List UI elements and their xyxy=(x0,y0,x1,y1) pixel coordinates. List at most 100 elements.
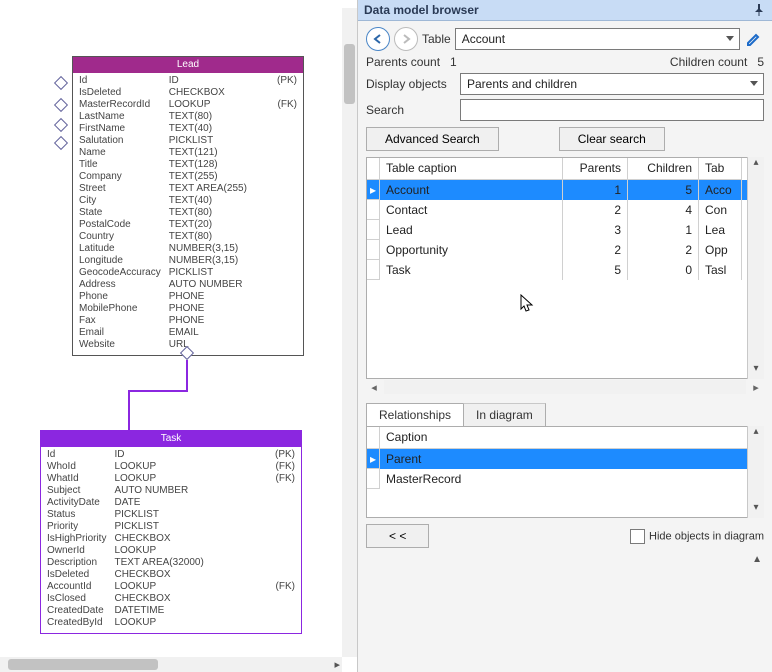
diagram-canvas[interactable]: Lead IdIsDeletedMasterRecordIdLastNameFi… xyxy=(0,0,342,657)
field-key xyxy=(275,617,295,629)
display-objects-label: Display objects xyxy=(366,77,452,91)
nav-back-button[interactable] xyxy=(366,27,390,51)
field-type: TEXT AREA(32000) xyxy=(114,557,269,569)
panel-title: Data model browser xyxy=(364,3,479,17)
field-type: TEXT(80) xyxy=(169,111,271,123)
table-combo[interactable]: Account xyxy=(455,28,740,50)
field-key xyxy=(275,593,295,605)
field-type: PHONE xyxy=(169,303,271,315)
field-name: Fax xyxy=(79,315,161,327)
col-caption[interactable]: Caption xyxy=(380,427,763,449)
field-key xyxy=(277,303,297,315)
field-key xyxy=(277,87,297,99)
relationships-grid-vscrollbar[interactable]: ▴ ▾ xyxy=(747,426,764,518)
field-type: LOOKUP xyxy=(169,99,271,111)
children-count-label: Children count xyxy=(670,55,747,69)
hide-objects-label: Hide objects in diagram xyxy=(649,530,764,542)
relationships-grid[interactable]: Caption ▸ParentMasterRecord ▴ ▾ xyxy=(366,426,764,518)
field-name: Status xyxy=(47,509,106,521)
edit-icon[interactable] xyxy=(744,29,764,49)
field-name: Phone xyxy=(79,291,161,303)
field-key xyxy=(275,521,295,533)
field-name: Subject xyxy=(47,485,106,497)
field-type: CHECKBOX xyxy=(114,593,269,605)
field-name: Title xyxy=(79,159,161,171)
connector-node xyxy=(54,118,68,132)
tables-grid[interactable]: Table caption Parents Children Tab ▸Acco… xyxy=(366,157,764,379)
entity-lead[interactable]: Lead IdIsDeletedMasterRecordIdLastNameFi… xyxy=(72,56,304,356)
field-type: TEXT(121) xyxy=(169,147,271,159)
tab-in-diagram[interactable]: In diagram xyxy=(463,403,546,426)
table-row[interactable]: Opportunity22Opp xyxy=(367,240,763,260)
entity-task[interactable]: Task IdWhoIdWhatIdSubjectActivityDateSta… xyxy=(40,430,302,634)
table-row[interactable]: Task50Tasl xyxy=(367,260,763,280)
tables-grid-vscrollbar[interactable]: ▴ ▾ xyxy=(747,157,764,379)
connector-node xyxy=(54,136,68,150)
field-type: TEXT(80) xyxy=(169,231,271,243)
field-type: ID xyxy=(169,75,271,87)
display-objects-combo[interactable]: Parents and children xyxy=(460,73,764,95)
field-type: PICKLIST xyxy=(169,267,271,279)
diagram-hscrollbar[interactable]: ▸ xyxy=(0,657,342,672)
field-name: Email xyxy=(79,327,161,339)
connector-node xyxy=(54,98,68,112)
table-row[interactable]: ▸Account15Acco xyxy=(367,180,763,200)
field-type: PICKLIST xyxy=(114,521,269,533)
field-name: Description xyxy=(47,557,106,569)
relationship-row[interactable]: MasterRecord xyxy=(367,469,763,489)
field-type: DATE xyxy=(114,497,269,509)
expand-handle-icon[interactable]: ▲ xyxy=(752,554,762,565)
field-key xyxy=(277,195,297,207)
advanced-search-button[interactable]: Advanced Search xyxy=(366,127,499,151)
field-name: Website xyxy=(79,339,161,351)
nav-forward-button[interactable] xyxy=(394,27,418,51)
field-name: MasterRecordId xyxy=(79,99,161,111)
field-name: Street xyxy=(79,183,161,195)
field-key xyxy=(275,545,295,557)
col-table-caption[interactable]: Table caption xyxy=(380,158,563,180)
table-label: Table xyxy=(422,32,451,46)
col-tab[interactable]: Tab xyxy=(699,158,742,180)
search-input[interactable] xyxy=(460,99,764,121)
field-type: TEXT(255) xyxy=(169,171,271,183)
field-name: LastName xyxy=(79,111,161,123)
field-name: WhoId xyxy=(47,461,106,473)
field-type: PICKLIST xyxy=(114,509,269,521)
field-key xyxy=(277,291,297,303)
field-name: IsHighPriority xyxy=(47,533,106,545)
entity-task-title: Task xyxy=(41,431,301,447)
tab-relationships[interactable]: Relationships xyxy=(366,403,464,426)
relationship-row[interactable]: ▸Parent xyxy=(367,449,763,469)
field-key xyxy=(277,147,297,159)
field-name: Name xyxy=(79,147,161,159)
field-key: (PK) xyxy=(275,449,295,461)
field-type: LOOKUP xyxy=(114,473,269,485)
field-key xyxy=(275,497,295,509)
entity-lead-title: Lead xyxy=(73,57,303,73)
clear-search-button[interactable]: Clear search xyxy=(559,127,665,151)
field-name: Address xyxy=(79,279,161,291)
collapse-button[interactable]: < < xyxy=(366,524,429,548)
hide-objects-checkbox[interactable]: Hide objects in diagram xyxy=(630,529,764,544)
tables-grid-hscrollbar[interactable]: ◂▸ xyxy=(366,379,764,395)
diagram-pane: Lead IdIsDeletedMasterRecordIdLastNameFi… xyxy=(0,0,358,672)
col-parents[interactable]: Parents xyxy=(563,158,628,180)
connector-line xyxy=(128,390,130,430)
field-name: GeocodeAccuracy xyxy=(79,267,161,279)
table-row[interactable]: Lead31Lea xyxy=(367,220,763,240)
col-children[interactable]: Children xyxy=(628,158,699,180)
pin-icon[interactable] xyxy=(752,3,766,17)
field-type: LOOKUP xyxy=(114,545,269,557)
field-key xyxy=(277,159,297,171)
field-name: Latitude xyxy=(79,243,161,255)
table-combo-value: Account xyxy=(462,32,505,46)
field-name: ActivityDate xyxy=(47,497,106,509)
field-name: Longitude xyxy=(79,255,161,267)
field-name: WhatId xyxy=(47,473,106,485)
diagram-vscrollbar[interactable] xyxy=(342,8,357,657)
table-row[interactable]: Contact24Con xyxy=(367,200,763,220)
field-type: TEXT(20) xyxy=(169,219,271,231)
field-key xyxy=(275,605,295,617)
field-key xyxy=(277,207,297,219)
field-name: CreatedDate xyxy=(47,605,106,617)
